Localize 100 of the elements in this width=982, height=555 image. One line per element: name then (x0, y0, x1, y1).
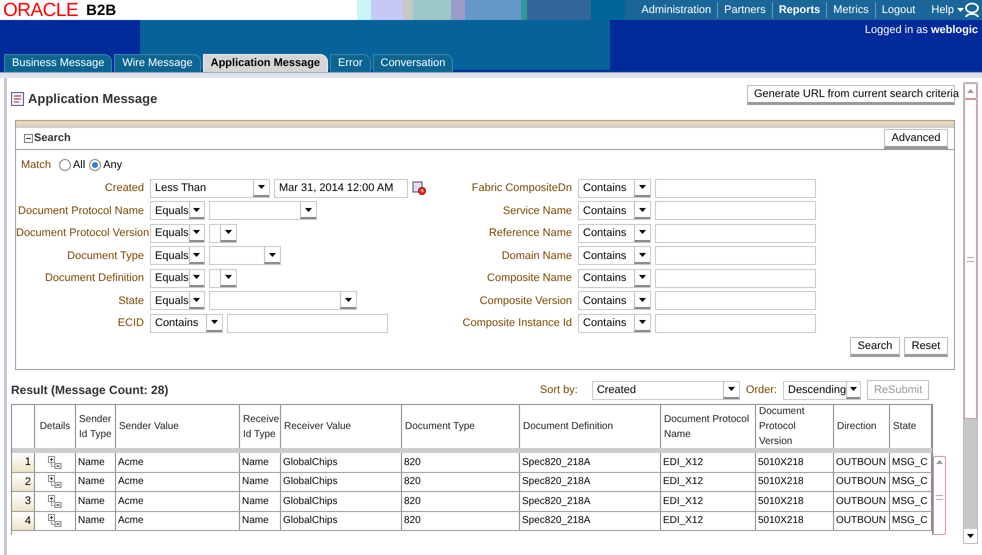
row-number[interactable]: 3 (12, 492, 35, 510)
operator-select[interactable]: Less Than (150, 178, 270, 198)
product-name: B2B (86, 2, 116, 20)
row-number[interactable]: 4 (12, 512, 35, 530)
details-icon[interactable] (48, 494, 62, 508)
reset-button[interactable]: Reset (904, 336, 948, 356)
field-label: Domain Name (500, 248, 573, 264)
table-cell-text: OUTBOUN (836, 494, 886, 509)
value-select[interactable] (209, 268, 237, 288)
field-label: Service Name (502, 204, 573, 218)
document-icon (11, 92, 24, 106)
scroll-down-icon[interactable] (967, 534, 974, 538)
nav-link[interactable]: Logout (876, 2, 922, 18)
nav-link[interactable]: Reports (772, 2, 826, 18)
operator-select[interactable]: Contains (578, 291, 651, 310)
tab[interactable]: Wire Message (114, 54, 201, 72)
caret-icon (345, 298, 352, 302)
collapse-icon[interactable] (24, 134, 33, 143)
table-cell-text: 5010X218 (758, 494, 804, 509)
operator-select[interactable]: Equals (150, 246, 205, 266)
text-field[interactable] (655, 268, 816, 288)
text-field[interactable] (655, 201, 816, 220)
table-scrollbar[interactable] (933, 456, 946, 535)
nav-link[interactable]: Metrics (827, 2, 875, 18)
row-number[interactable]: 1 (12, 453, 35, 472)
value-select[interactable] (209, 224, 237, 243)
table-cell-text: Name (78, 514, 105, 528)
table-cell-text: 5010X218 (758, 475, 804, 490)
tab[interactable]: Application Message (202, 54, 328, 72)
table-cell-text: GlobalChips (283, 494, 338, 509)
operator-select[interactable]: Contains (578, 224, 651, 243)
table-cell-text: Name (242, 456, 269, 470)
scroll-up-icon[interactable] (967, 89, 974, 93)
column-header[interactable]: Details (38, 419, 72, 434)
operator-select[interactable]: Equals (150, 201, 205, 220)
column-header[interactable]: Direction (837, 419, 876, 434)
nav-link[interactable]: Administration (635, 2, 718, 18)
text-field[interactable] (655, 314, 816, 333)
caret-icon (850, 387, 858, 391)
table-cell-text: Name (242, 514, 269, 528)
tab[interactable]: Business Message (4, 54, 112, 72)
column-header[interactable]: Document Definition (523, 419, 614, 434)
operator-select[interactable]: Contains (578, 268, 651, 288)
date-field[interactable]: Mar 31, 2014 12:00 AM (274, 178, 408, 198)
details-icon[interactable] (48, 475, 62, 488)
caret-icon (193, 208, 200, 212)
field-label: Fabric CompositeDn (470, 181, 573, 196)
text-field[interactable] (655, 224, 816, 243)
caret-icon (225, 275, 232, 280)
column-header[interactable]: Document Protocol Version (759, 404, 830, 449)
operator-select[interactable]: Contains (578, 201, 651, 220)
operator-select[interactable]: Contains (578, 178, 651, 198)
operator-select[interactable]: Contains (150, 314, 223, 333)
details-icon[interactable] (48, 456, 62, 469)
field-label: ECID (116, 316, 145, 331)
radio-button[interactable] (58, 159, 71, 171)
search-button[interactable]: Search (850, 336, 900, 356)
calendar-icon[interactable] (412, 181, 426, 196)
caret-icon (639, 275, 646, 280)
table-cell-text: OUTBOUN (836, 475, 886, 490)
caret-icon (258, 185, 265, 190)
column-header[interactable]: Sender Id Type (79, 412, 112, 442)
field-label: Composite Version (478, 294, 573, 308)
column-header[interactable]: Document Type (405, 419, 475, 434)
text-field[interactable] (655, 246, 816, 266)
table-cell-text: MSG_C (892, 494, 928, 509)
field-label: Document Type (66, 248, 145, 264)
column-header[interactable]: State (893, 419, 916, 434)
table-cell-text: Spec820_218A (522, 494, 590, 509)
scroll-up-icon[interactable] (936, 460, 943, 464)
result-title: Result (Message Count: 28) (11, 382, 168, 399)
details-icon[interactable] (48, 514, 62, 528)
operator-select[interactable]: Contains (578, 314, 651, 333)
table-cell-text: Spec820_218A (522, 456, 590, 470)
page-scrollbar[interactable] (963, 82, 978, 544)
column-header[interactable]: Document Protocol Name (664, 412, 752, 442)
caret-icon (639, 208, 646, 212)
help-menu[interactable]: Help (931, 2, 964, 18)
operator-select[interactable]: Contains (578, 246, 651, 266)
column-header[interactable]: Sender Value (119, 419, 179, 434)
order-select[interactable]: Descending (783, 380, 861, 400)
caret-icon (269, 252, 276, 257)
text-field[interactable] (227, 314, 388, 333)
row-number[interactable]: 2 (12, 472, 35, 491)
operator-select[interactable]: Equals (150, 268, 205, 288)
advanced-button[interactable]: Advanced (884, 128, 948, 148)
sort-select[interactable]: Created (592, 380, 740, 400)
nav-link[interactable]: Partners (718, 2, 772, 18)
operator-select[interactable]: Equals (150, 291, 205, 310)
tab[interactable]: Error (330, 54, 370, 72)
column-header[interactable]: Receive Id Type (243, 412, 280, 442)
tab[interactable]: Conversation (372, 54, 454, 72)
table-cell-text: MSG_C (892, 475, 928, 490)
radio-button[interactable] (89, 159, 102, 171)
caret-icon (305, 208, 312, 212)
text-field[interactable] (655, 291, 816, 310)
text-field[interactable] (655, 178, 816, 198)
operator-select[interactable]: Equals (150, 224, 205, 243)
user-icon[interactable] (964, 2, 980, 18)
column-header[interactable]: Receiver Value (284, 419, 352, 434)
